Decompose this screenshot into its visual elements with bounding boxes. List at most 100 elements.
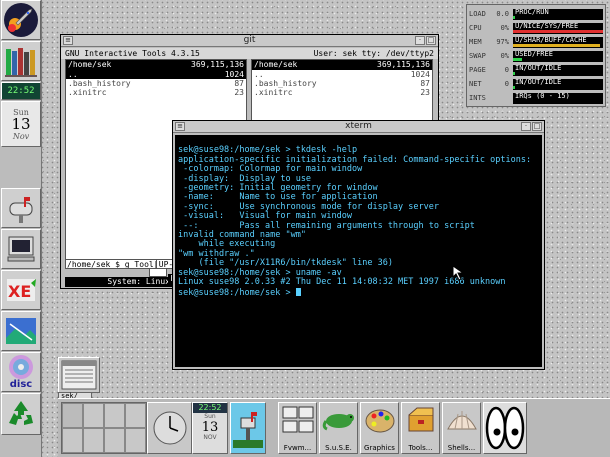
file-row[interactable]: .xinitrc 23: [252, 88, 432, 97]
net-bar: IN/OUT/IDLE: [513, 79, 603, 90]
terminal-line: Linux suse98 2.0.33 #2 Thu Dec 11 14:08:…: [178, 277, 506, 288]
terminal-output[interactable]: sek@suse98:/home/sek > tkdesk -help appli…: [175, 135, 542, 367]
calendar-date: 13: [11, 114, 31, 133]
calendar-tile: Sun 13 Nov: [1, 101, 41, 147]
left-dock: 22:52 Sun 13 Nov XE disc: [0, 0, 42, 457]
clock-time: 22:52: [7, 85, 35, 96]
swap-bar: USED/FREE: [513, 51, 603, 62]
toolbox-icon: [408, 407, 433, 432]
monitor-row-page: PAGE 0 IN/OUT/IDLE: [469, 64, 603, 77]
text-cursor: [295, 287, 301, 296]
monitor-row-load: LOAD 0.0 PROC/RUN: [469, 8, 603, 21]
pager-desk[interactable]: [125, 403, 146, 428]
monitor-fill: [513, 58, 522, 61]
terminal-computer-icon[interactable]: [1, 229, 41, 269]
pager-desk[interactable]: [104, 428, 125, 453]
mouse-pointer-icon: [452, 265, 465, 281]
rocket-icon[interactable]: [1, 0, 41, 40]
fvwm-windows-icon: [282, 406, 313, 433]
page-bar: IN/OUT/IDLE: [513, 65, 603, 76]
left-panel-size: 369,115,136: [191, 60, 244, 69]
window-thumbnail-icon: [61, 360, 97, 390]
file-row[interactable]: .bash_history 87: [66, 79, 246, 88]
right-panel-path: /home/sek: [254, 60, 298, 69]
git-app-name: GNU Interactive Tools 4.3.15: [65, 49, 200, 58]
load-bar: PROC/RUN: [513, 9, 603, 20]
disc-label: disc: [9, 379, 33, 390]
right-panel-size: 369,115,136: [377, 60, 430, 69]
clock-icon: [153, 411, 186, 445]
landscape-image-icon[interactable]: [1, 311, 41, 351]
file-row[interactable]: .. 1024: [66, 70, 246, 79]
pager-desk[interactable]: [62, 428, 83, 453]
monitor-fill: [513, 30, 603, 33]
status-bar: System: Linux: [65, 277, 173, 287]
iconified-window[interactable]: [58, 357, 100, 393]
monitor-row-ints: INTS IRQs (0 - 15): [469, 92, 603, 105]
dock-item-fvwm[interactable]: Fvwm...: [278, 402, 317, 454]
eyes-icon: [485, 406, 525, 450]
dock-date: 13: [201, 420, 219, 435]
monitor-fill: [513, 44, 601, 47]
monitor-fill: [513, 16, 515, 19]
maximize-button[interactable]: □: [532, 122, 542, 131]
git-header: GNU Interactive Tools 4.3.15 User: sek t…: [61, 48, 438, 59]
mailbox-icon[interactable]: [1, 188, 41, 228]
monitor-fill: [513, 72, 515, 75]
pager-desk[interactable]: [62, 403, 83, 428]
left-panel-header: /home/sek 369,115,136: [66, 60, 246, 70]
pager-desk[interactable]: [125, 428, 146, 453]
mem-bar: U/SHAR/BUFF/CACHE: [513, 37, 603, 48]
left-panel-path: /home/sek: [68, 60, 112, 69]
suse-chameleon-icon: [322, 414, 354, 431]
calendar-month: Nov: [12, 131, 30, 141]
mailbox-icon: [233, 412, 263, 448]
maximize-button[interactable]: □: [426, 36, 436, 45]
monitor-row-mem: MEM 97% U/SHAR/BUFF/CACHE: [469, 36, 603, 49]
system-monitor: LOAD 0.0 PROC/RUN CPU 0% U/NICE/SYS/FREE MEM…: [466, 4, 606, 107]
xemacs-icon[interactable]: XE: [1, 270, 41, 310]
dock-month: NOV: [203, 434, 217, 441]
analog-clock: [147, 402, 192, 454]
dock-item-graphics[interactable]: Graphics: [360, 402, 399, 454]
dock-item-shells[interactable]: Shells...: [442, 402, 481, 454]
recycle-icon[interactable]: [1, 393, 41, 435]
dock-item-suse[interactable]: S.u.S.E.: [319, 402, 358, 454]
bottom-dock: 22:52 Sun 13 NOV Fvwm... S.u.S.E. Graphi…: [58, 398, 610, 457]
xterm-title: xterm: [345, 121, 372, 131]
monitor-row-swap: SWAP 0% USED/FREE: [469, 50, 603, 63]
monitor-row-net: NET 0 IN/OUT/IDLE: [469, 78, 603, 91]
git-titlebar[interactable]: ≡ git · □: [61, 35, 438, 47]
file-row[interactable]: .. 1024: [252, 70, 432, 79]
file-row[interactable]: .xinitrc 23: [66, 88, 246, 97]
svg-text:XE: XE: [8, 282, 31, 301]
pager-desk[interactable]: [104, 403, 125, 428]
date-tile: 22:52 Sun 13 NOV: [192, 402, 228, 454]
library-books-icon[interactable]: [1, 41, 41, 81]
ints-bar: IRQs (0 - 15): [513, 93, 603, 104]
monitor-row-cpu: CPU 0% U/NICE/SYS/FREE: [469, 22, 603, 35]
iconify-button[interactable]: ·: [521, 122, 531, 131]
status-field: [149, 268, 167, 277]
dock-item-tools[interactable]: Tools...: [401, 402, 440, 454]
desktop-pager[interactable]: [61, 402, 147, 454]
iconify-button[interactable]: ·: [415, 36, 425, 45]
git-user-info: User: sek tty: /dev/ttyp2: [313, 49, 434, 58]
mail-tile[interactable]: [230, 402, 266, 454]
menu-button[interactable]: ≡: [63, 36, 73, 45]
xeyes-widget: [483, 402, 527, 454]
terminal-prompt-line[interactable]: sek@suse98:/home/sek >: [178, 287, 539, 298]
menu-button[interactable]: ≡: [175, 122, 185, 131]
pager-desk[interactable]: [83, 428, 104, 453]
git-title: git: [243, 35, 256, 45]
monitor-fill: [513, 86, 515, 89]
xterm-window[interactable]: ≡ xterm · □ sek@suse98:/home/sek > tkdes…: [172, 120, 545, 370]
clock-display: 22:52: [1, 82, 41, 100]
paint-palette-icon: [365, 409, 394, 433]
dock-time: 22:52: [193, 403, 227, 413]
pager-desk[interactable]: [83, 403, 104, 428]
disc-icon[interactable]: disc: [1, 352, 41, 392]
xterm-titlebar[interactable]: ≡ xterm · □: [173, 121, 544, 133]
file-row[interactable]: .bash_history 87: [252, 79, 432, 88]
cpu-bar: U/NICE/SYS/FREE: [513, 23, 603, 34]
